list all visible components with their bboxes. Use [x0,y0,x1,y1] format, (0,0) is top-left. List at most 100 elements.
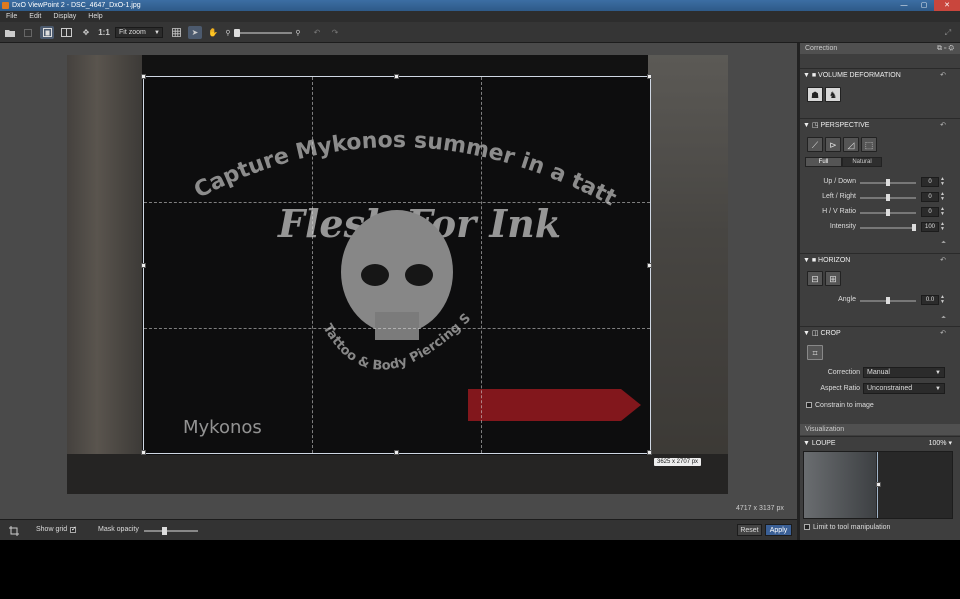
image-viewer[interactable]: Capture Mykonos summer in a tattoo Flesh… [0,43,797,519]
redo-icon[interactable]: ↷ [330,26,340,39]
correction-select[interactable]: Manual ▼ [863,367,945,378]
crop-handle-bottom[interactable] [394,450,399,455]
mode-natural-button[interactable]: Natural [842,157,882,167]
angle-knob[interactable] [886,297,890,304]
cylindrical-icon[interactable]: ☗ [807,87,823,102]
mode-full-button[interactable]: Full [805,157,842,167]
perspective-mode-icon-3[interactable]: ◿ [843,137,859,152]
loupe-handle [876,482,881,487]
spinner-icon[interactable]: ▲ ▼ [940,207,945,217]
crop-handle-bottom-right[interactable] [647,450,652,455]
zoom-slider[interactable] [234,29,292,37]
zoom-select[interactable]: Fit zoom ▼ [115,27,163,38]
spinner-icon[interactable]: ▲ ▼ [940,177,945,187]
collapse-icon[interactable]: ⏶ [941,315,946,322]
pointer-tool-icon[interactable]: ➤ [188,26,202,39]
crop-frame[interactable] [141,74,652,455]
horizon-header[interactable]: ▼ ■ HORIZON ↶ [800,253,960,267]
single-view-icon[interactable] [40,26,54,39]
loupe-zoom[interactable]: 100% ▾ [929,437,952,451]
perspective-section: ▼ ◳ PERSPECTIVE ↶ ⟋ ⊳ ◿ ⬚ Full Natural Up… [800,118,960,253]
crop-handle-top[interactable] [394,74,399,79]
constrain-checkbox[interactable] [806,402,812,408]
apply-button[interactable]: Apply [765,524,792,536]
save-icon[interactable] [22,26,34,39]
window-title: DxO ViewPoint 2 - DSC_4647_DxO-1.jpg [12,2,141,9]
menu-file[interactable]: File [0,13,23,20]
perspective-mode-icon-2[interactable]: ⊳ [825,137,841,152]
perspective-header[interactable]: ▼ ◳ PERSPECTIVE ↶ [800,118,960,132]
zoom-out-icon[interactable]: ⚲ [224,26,232,39]
show-grid-checkbox[interactable] [70,525,77,533]
menu-display[interactable]: Display [47,13,82,20]
spinner-icon[interactable]: ▲ ▼ [940,295,945,305]
menu-help[interactable]: Help [82,13,108,20]
aspect-ratio-select[interactable]: Unconstrained ▼ [863,383,945,394]
volume-deformation-header[interactable]: ▼ ■ VOLUME DEFORMATION ↶ [800,68,960,82]
mask-opacity-knob[interactable] [162,527,167,535]
crop-handle-bottom-left[interactable] [141,450,146,455]
undo-icon[interactable]: ↶ [312,26,322,39]
horizon-section: ▼ ■ HORIZON ↶ ⊟ ⊞ Angle 0.0 ▲ ▼ ⏶ [800,253,960,326]
menu-edit[interactable]: Edit [23,13,47,20]
open-folder-icon[interactable] [4,26,16,39]
fullscreen-icon[interactable]: ⤢ [942,26,954,39]
maximize-button[interactable]: ▢ [914,0,934,11]
crop-handle-top-right[interactable] [647,74,652,79]
horizon-auto-icon[interactable]: ⊞ [825,271,841,286]
hv-ratio-knob[interactable] [886,209,890,216]
up-down-value[interactable]: 0 [921,177,939,187]
close-button[interactable]: ✕ [934,0,960,11]
horizon-level-icon[interactable]: ⊟ [807,271,823,286]
minimize-button[interactable]: — [894,0,914,11]
loupe-header[interactable]: ▼ LOUPE 100% ▾ [800,436,960,450]
limit-checkbox[interactable] [804,524,810,530]
angle-value[interactable]: 0.0 [921,295,939,305]
panel-options-icon[interactable]: ⧉ ▫ ⚙ [937,43,954,54]
left-right-slider[interactable] [860,194,916,201]
menu-bar: File Edit Display Help [0,11,960,22]
reset-button[interactable]: Reset [737,524,762,536]
hand-tool-icon[interactable]: ✋ [206,26,220,39]
spinner-icon[interactable]: ▲ ▼ [940,192,945,202]
crop-tool-icon[interactable] [8,524,20,537]
spherical-icon[interactable]: ♞ [825,87,841,102]
intensity-slider[interactable] [860,224,916,231]
up-down-knob[interactable] [886,179,890,186]
hv-ratio-slider[interactable] [860,209,916,216]
left-right-value[interactable]: 0 [921,192,939,202]
crop-handle-right[interactable] [647,263,652,268]
left-right-knob[interactable] [886,194,890,201]
reset-section-icon[interactable]: ↶ [940,119,946,133]
up-down-row: Up / Down 0 ▲ ▼ [800,177,960,189]
grid-icon[interactable] [170,26,182,39]
move-icon[interactable]: ✥ [79,26,93,39]
reset-section-icon[interactable]: ↶ [940,69,946,83]
app-icon [2,2,9,9]
crop-section: ▼ ◫ CROP ↶ ⌗ Correction Manual ▼ Aspect Ra… [800,326,960,423]
zoom-slider-knob[interactable] [234,29,240,37]
compare-view-icon[interactable] [59,26,73,39]
angle-slider[interactable] [860,297,916,304]
perspective-mode-icon-1[interactable]: ⟋ [807,137,823,152]
up-down-slider[interactable] [860,179,916,186]
zoom-in-icon[interactable]: ⚲ [294,26,302,39]
loupe-zoom-value: 100% [928,440,947,447]
perspective-mode-icon-4[interactable]: ⬚ [861,137,877,152]
chevron-down-icon: ▼ [154,30,160,36]
reset-section-icon[interactable]: ↶ [940,327,946,341]
crop-header[interactable]: ▼ ◫ CROP ↶ [800,326,960,340]
zoom-1to1-button[interactable]: 1:1 [97,26,111,39]
intensity-value[interactable]: 100 [921,222,939,232]
collapse-icon[interactable]: ⏶ [941,240,946,247]
reset-section-icon[interactable]: ↶ [940,254,946,268]
crop-handle-left[interactable] [141,263,146,268]
correction-label: Correction [827,369,860,376]
loupe-section: ▼ LOUPE 100% ▾ [800,436,960,450]
mask-opacity-slider[interactable] [144,527,198,535]
intensity-knob[interactable] [912,224,916,231]
crop-handle-top-left[interactable] [141,74,146,79]
spinner-icon[interactable]: ▲ ▼ [940,222,945,232]
crop-tool-icon[interactable]: ⌗ [807,345,823,360]
hv-ratio-value[interactable]: 0 [921,207,939,217]
